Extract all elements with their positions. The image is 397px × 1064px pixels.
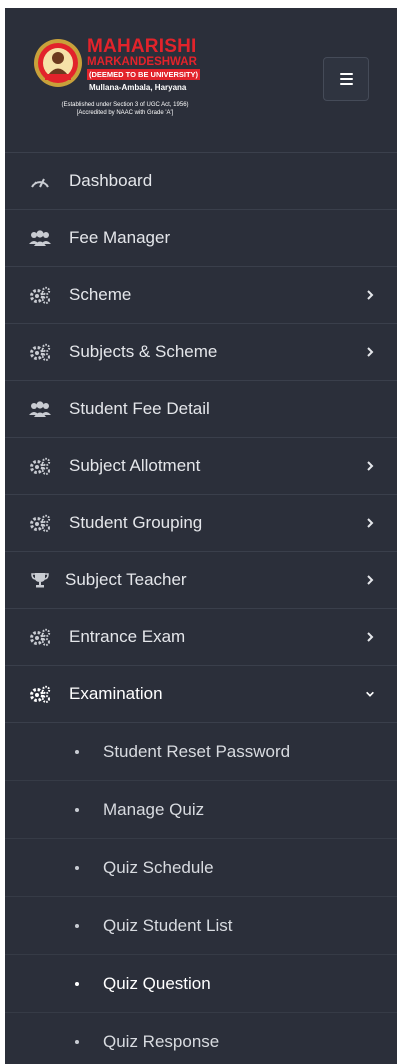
submenu-item-label: Quiz Student List — [103, 915, 233, 935]
speedometer-icon — [29, 170, 51, 192]
submenu-item-label: Quiz Question — [103, 973, 211, 993]
submenu-item-label: Student Reset Password — [103, 741, 291, 761]
bullet-icon — [75, 1039, 79, 1044]
brand-title: MAHARISHI — [87, 36, 197, 57]
chevron-right-icon — [367, 518, 374, 528]
sidebar-item-label: Subject Teacher — [65, 570, 187, 589]
cogs-icon — [29, 284, 51, 306]
university-seal-icon — [34, 39, 82, 87]
brand-established-note: (Established under Section 3 of UGC Act,… — [35, 101, 215, 117]
sidebar-item-label: Dashboard — [69, 171, 153, 190]
sidebar-item-label: Scheme — [69, 285, 132, 304]
brand-established: (Established under Section 3 of UGC Act,… — [61, 102, 189, 108]
sidebar-item-label: Student Grouping — [69, 513, 203, 532]
sidebar-item-subject-teacher[interactable]: Subject Teacher — [5, 552, 397, 609]
chevron-right-icon — [367, 290, 374, 300]
sidebar-item-dashboard[interactable]: Dashboard — [5, 153, 397, 210]
sidebar-item-entrance-exam[interactable]: Entrance Exam — [5, 609, 397, 666]
bullet-icon — [75, 749, 79, 754]
sidebar-item-examination[interactable]: Examination — [5, 666, 397, 723]
brand-accredited: [Accredited by NAAC with Grade 'A'] — [76, 110, 174, 116]
users-icon — [29, 227, 51, 249]
bullet-icon — [75, 923, 79, 928]
brand-place: Mullana-Ambala, Haryana — [89, 83, 187, 92]
submenu-item-student-reset-password[interactable]: Student Reset Password — [5, 723, 397, 781]
submenu-item-label: Quiz Response — [103, 1031, 220, 1051]
cogs-icon — [29, 341, 51, 363]
sidebar-item-label: Subject Allotment — [69, 456, 201, 475]
cogs-icon — [29, 683, 51, 705]
sidebar-item-label: Entrance Exam — [69, 627, 186, 646]
sidebar-item-label: Subjects & Scheme — [69, 342, 218, 361]
chevron-right-icon — [367, 461, 374, 471]
sidebar: MAHARISHI MARKANDESHWAR (DEEMED TO BE UN… — [5, 8, 397, 1064]
bullet-icon — [75, 807, 79, 812]
submenu-item-quiz-student-list[interactable]: Quiz Student List — [5, 897, 397, 955]
submenu-item-quiz-question[interactable]: Quiz Question — [5, 955, 397, 1013]
submenu-item-label: Quiz Schedule — [103, 857, 214, 877]
sidebar-item-student-grouping[interactable]: Student Grouping — [5, 495, 397, 552]
sidebar-item-scheme[interactable]: Scheme — [5, 267, 397, 324]
sidebar-item-fee-manager[interactable]: Fee Manager — [5, 210, 397, 267]
sidebar-item-subjects-scheme[interactable]: Subjects & Scheme — [5, 324, 397, 381]
cogs-icon — [29, 512, 51, 534]
users-icon — [29, 398, 51, 420]
submenu-item-label: Manage Quiz — [103, 799, 205, 819]
chevron-down-icon — [366, 691, 374, 697]
sidebar-nav: Dashboard Fee Manager Scheme Subjects & … — [5, 153, 397, 1064]
chevron-right-icon — [367, 575, 374, 585]
submenu-item-quiz-response[interactable]: Quiz Response — [5, 1013, 397, 1064]
sidebar-item-label: Examination — [69, 684, 163, 703]
submenu-item-manage-quiz[interactable]: Manage Quiz — [5, 781, 397, 839]
university-logo[interactable]: MAHARISHI MARKANDESHWAR (DEEMED TO BE UN… — [33, 36, 213, 132]
sidebar-item-subject-allotment[interactable]: Subject Allotment — [5, 438, 397, 495]
chevron-right-icon — [367, 347, 374, 357]
chevron-right-icon — [367, 632, 374, 642]
trophy-icon — [29, 569, 51, 591]
cogs-icon — [29, 455, 51, 477]
sidebar-item-label: Fee Manager — [69, 228, 171, 247]
menu-toggle-button[interactable] — [323, 57, 369, 101]
sidebar-item-label: Student Fee Detail — [69, 399, 210, 418]
submenu-item-quiz-schedule[interactable]: Quiz Schedule — [5, 839, 397, 897]
sidebar-item-student-fee-detail[interactable]: Student Fee Detail — [5, 381, 397, 438]
brand-deemed: (DEEMED TO BE UNIVERSITY) — [87, 69, 201, 80]
brand-subtitle: MARKANDESHWAR — [87, 56, 197, 68]
brand-header: MAHARISHI MARKANDESHWAR (DEEMED TO BE UN… — [5, 8, 397, 153]
bullet-icon — [75, 865, 79, 870]
bullet-icon — [75, 981, 79, 986]
cogs-icon — [29, 626, 51, 648]
